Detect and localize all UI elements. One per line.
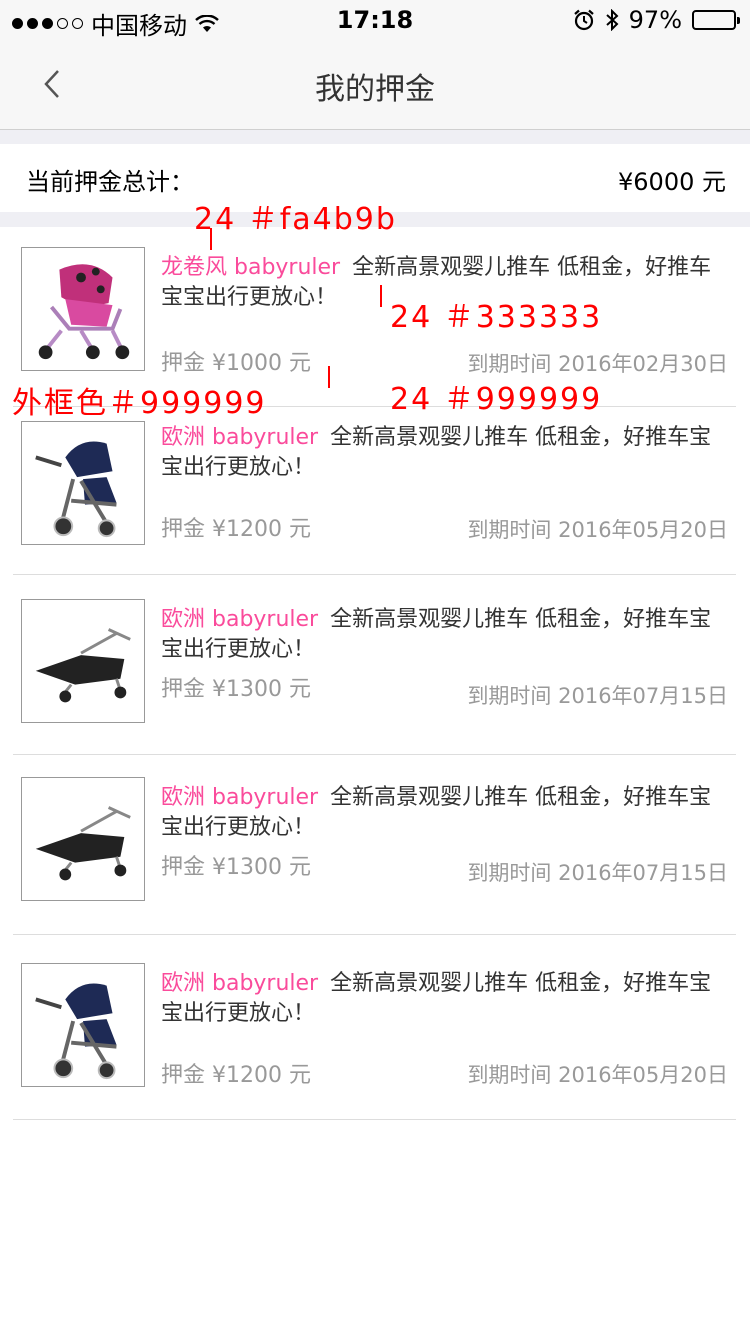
battery-icon — [692, 10, 740, 30]
brand-name: 欧洲 babyruler — [161, 425, 319, 450]
product-description: 欧洲 babyruler 全新高景观婴儿推车 低租金，好推车宝宝出行更放心！ — [161, 423, 732, 483]
list-item[interactable]: 欧洲 babyruler 全新高景观婴儿推车 低租金，好推车宝宝出行更放心！ 押金… — [0, 755, 750, 935]
brand-name: 欧洲 babyruler — [161, 785, 319, 810]
expire-date: 到期时间 2016年07月15日 — [467, 684, 728, 708]
deposit-amount: 押金 ¥1000 元 — [161, 351, 311, 376]
bluetooth-icon — [605, 9, 619, 31]
annotation-pointer — [210, 228, 212, 250]
navigation-bar: 我的押金 — [0, 40, 750, 130]
navy-stroller-image — [35, 983, 117, 1080]
expire-date: 到期时间 2016年05月20日 — [467, 1063, 728, 1087]
product-image — [21, 963, 145, 1087]
list-item[interactable]: 欧洲 babyruler 全新高景观婴儿推车 低租金，好推车宝宝出行更放心！ 押金… — [0, 407, 750, 575]
product-image — [21, 777, 145, 901]
product-image — [21, 421, 145, 545]
brand-name: 欧洲 babyruler — [161, 607, 319, 632]
annotation-border-spec: 外框色＃999999 — [12, 386, 267, 421]
black-stroller-reclined-image — [35, 806, 131, 881]
product-description: 欧洲 babyruler 全新高景观婴儿推车 低租金，好推车宝宝出行更放心！ — [161, 605, 732, 665]
annotation-brand-spec: 24 ＃fa4b9b — [194, 202, 397, 237]
summary-label: 当前押金总计： — [26, 168, 194, 196]
deposit-amount: 押金 ¥1300 元 — [161, 855, 311, 880]
pink-stroller-image — [38, 264, 130, 360]
status-right: 97% — [573, 6, 740, 34]
product-description: 欧洲 babyruler 全新高景观婴儿推车 低租金，好推车宝宝出行更放心！ — [161, 969, 732, 1029]
list-item[interactable]: 欧洲 babyruler 全新高景观婴儿推车 低租金，好推车宝宝出行更放心！ 押金… — [0, 935, 750, 1120]
expire-date: 到期时间 2016年07月15日 — [467, 861, 728, 885]
expire-date: 到期时间 2016年05月20日 — [467, 518, 728, 542]
status-bar: 中国移动 17:18 97% — [0, 0, 750, 40]
battery-percent: 97% — [628, 6, 682, 34]
list-item[interactable]: 欧洲 babyruler 全新高景观婴儿推车 低租金，好推车宝宝出行更放心！ 押金… — [0, 575, 750, 755]
product-image — [21, 247, 145, 371]
section-divider — [0, 130, 750, 144]
deposit-amount: 押金 ¥1200 元 — [161, 517, 311, 542]
brand-name: 龙卷风 babyruler — [161, 255, 341, 280]
brand-name: 欧洲 babyruler — [161, 971, 319, 996]
product-image — [21, 599, 145, 723]
black-stroller-reclined-image — [35, 628, 131, 703]
alarm-icon — [573, 9, 594, 31]
deposit-list: 龙卷风 babyruler 全新高景观婴儿推车 低租金，好推车宝宝出行更放心！ 押… — [0, 227, 750, 1120]
product-description: 欧洲 babyruler 全新高景观婴儿推车 低租金，好推车宝宝出行更放心！ — [161, 783, 732, 843]
deposit-amount: 押金 ¥1300 元 — [161, 677, 311, 702]
annotation-pointer — [328, 366, 330, 388]
deposit-amount: 押金 ¥1200 元 — [161, 1063, 311, 1088]
annotation-desc-spec: 24 ＃333333 — [390, 300, 603, 335]
annotation-pointer — [380, 285, 382, 307]
page-title: 我的押金 — [315, 72, 435, 107]
divider — [13, 1119, 736, 1120]
navy-stroller-image — [35, 441, 117, 538]
annotation-meta-spec: 24 ＃999999 — [390, 382, 603, 417]
summary-amount: ¥6000 元 — [618, 168, 726, 196]
